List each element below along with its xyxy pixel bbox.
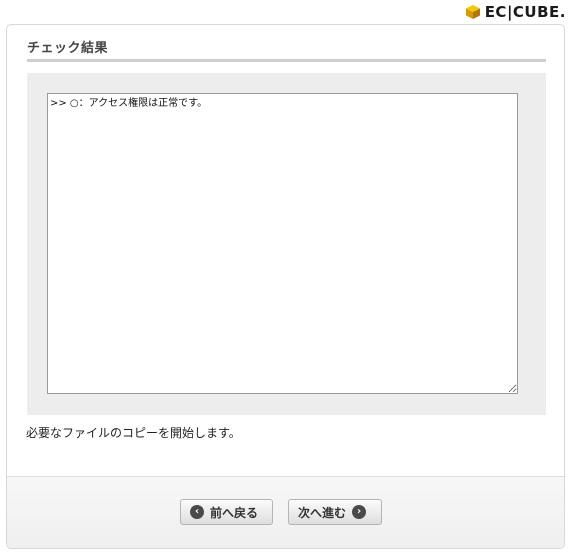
chevron-right-icon: › [352, 505, 367, 519]
next-button[interactable]: 次へ進む › [288, 499, 382, 525]
cube-icon [465, 4, 481, 20]
result-textarea[interactable]: >> ○：アクセス権限は正常です。 [47, 93, 518, 394]
back-button-label: 前へ戻る [210, 505, 259, 520]
chevron-left-icon: ‹ [190, 505, 204, 519]
button-bar: ‹ 前へ戻る 次へ進む › [7, 476, 564, 548]
check-result-panel: チェック結果 >> ○：アクセス権限は正常です。 必要なファイルのコピーを開始し… [6, 24, 565, 549]
panel-title: チェック結果 [27, 41, 109, 56]
logo-text: EC|CUBE. [484, 3, 566, 21]
next-button-label: 次へ進む [298, 505, 347, 520]
back-button[interactable]: ‹ 前へ戻る [180, 499, 273, 525]
status-message: 必要なファイルのコピーを開始します。 [26, 426, 241, 440]
result-container: >> ○：アクセス権限は正常です。 [27, 73, 546, 415]
ec-cube-logo: EC|CUBE. [465, 3, 566, 21]
title-divider [27, 59, 546, 62]
